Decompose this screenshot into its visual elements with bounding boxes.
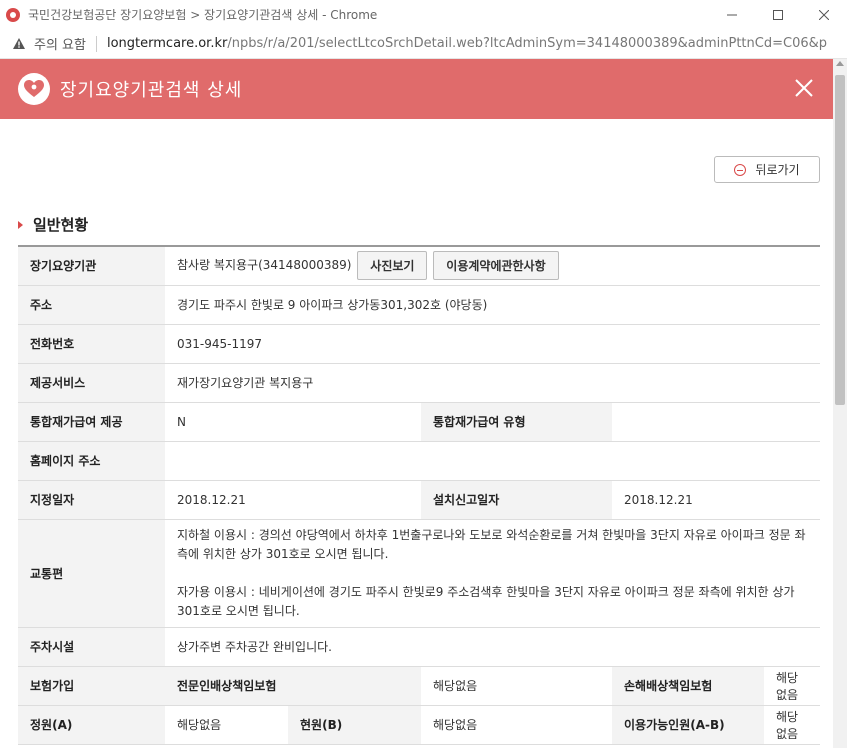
install-value: 2018.12.21 [612, 480, 820, 520]
transport-car: 자가용 이용시 : 네비게이션에 경기도 파주시 한빛로9 주소검색후 한빛마을… [177, 584, 795, 618]
photo-view-button[interactable]: 사진보기 [357, 251, 428, 281]
institution-cell: 참사랑 복지용구(34148000389) 사진보기 이용계약에관한사항 [165, 246, 820, 286]
integrated-label: 통합재가급여 제공 [18, 402, 165, 442]
prof-liability-label: 전문인배상책임보험 [165, 666, 421, 706]
phone-label: 전화번호 [18, 324, 165, 364]
page-title: 장기요양기관검색 상세 [60, 80, 243, 101]
integrated-type-label: 통합재가급여 유형 [421, 402, 612, 442]
tab-title: 국민건강보험공단 장기요양보험 > 장기요양기관검색 상세 - Chrome [28, 8, 378, 22]
table-row: 지정일자 2018.12.21 설치신고일자 2018.12.21 [18, 480, 820, 520]
transport-cell: 지하철 이용시 : 경의선 야당역에서 하차후 1번출구로나와 도보로 와석순환… [165, 519, 820, 628]
designation-label: 지정일자 [18, 480, 165, 520]
browser-titlebar: 국민건강보험공단 장기요양보험 > 장기요양기관검색 상세 - Chrome [0, 0, 847, 29]
table-row: 홈페이지 주소 [18, 441, 820, 481]
parking-value: 상가주변 주차공간 완비입니다. [165, 627, 820, 667]
minus-circle-icon [734, 163, 747, 176]
transport-subway: 지하철 이용시 : 경의선 야당역에서 하차후 1번출구로나와 도보로 와석순환… [177, 527, 806, 561]
address-divider [95, 35, 97, 52]
insurance-label: 보험가입 [18, 666, 165, 706]
address-label: 주소 [18, 285, 165, 325]
parking-label: 주차시설 [18, 627, 165, 667]
homepage-label: 홈페이지 주소 [18, 441, 165, 481]
table-row: 주차시설 상가주변 주차공간 완비입니다. [18, 627, 820, 667]
window-close-button[interactable] [801, 0, 847, 29]
triangle-bullet-icon [18, 220, 23, 229]
integrated-type-value [612, 402, 820, 442]
capacity-label: 정원(A) [18, 705, 165, 745]
institution-value: 참사랑 복지용구(34148000389) [177, 258, 352, 273]
address-bar[interactable]: 주의 요함 longtermcare.or.kr/npbs/r/a/201/se… [0, 29, 847, 59]
general-info-table: 장기요양기관 참사랑 복지용구(34148000389) 사진보기 이용계약에관… [18, 245, 820, 745]
maximize-icon [773, 9, 783, 20]
url-host: longtermcare.or.kr [106, 36, 228, 51]
minimize-icon [727, 14, 737, 15]
url-text[interactable]: longtermcare.or.kr/npbs/r/a/201/selectLt… [107, 36, 827, 51]
close-button[interactable] [793, 77, 815, 99]
maximize-button[interactable] [755, 0, 801, 29]
table-row: 교통편 지하철 이용시 : 경의선 야당역에서 하차후 1번출구로나와 도보로 … [18, 519, 820, 628]
available-label: 이용가능인원(A-B) [612, 705, 764, 745]
table-row: 보험가입 전문인배상책임보험 해당없음 손해배상책임보험 해당없음 [18, 666, 820, 706]
table-row: 장기요양기관 참사랑 복지용구(34148000389) 사진보기 이용계약에관… [18, 246, 820, 286]
integrated-value: N [165, 402, 421, 442]
scrollbar-thumb[interactable] [835, 75, 845, 405]
install-label: 설치신고일자 [421, 480, 612, 520]
damage-liability-label: 손해배상책임보험 [612, 666, 764, 706]
window-close-icon [819, 9, 829, 20]
page-scrollbar[interactable] [833, 59, 847, 748]
back-button-label: 뒤로가기 [755, 163, 800, 177]
table-row: 전화번호 031-945-1197 [18, 324, 820, 364]
security-status[interactable]: 주의 요함 [34, 34, 86, 53]
table-row: 정원(A) 해당없음 현원(B) 해당없음 이용가능인원(A-B) 해당없음 [18, 705, 820, 745]
available-value: 해당없음 [764, 705, 820, 745]
warning-icon[interactable] [12, 37, 26, 51]
transport-label: 교통편 [18, 519, 165, 628]
table-row: 제공서비스 재가장기요양기관 복지용구 [18, 363, 820, 403]
scroll-up-icon[interactable] [836, 61, 844, 66]
table-row: 주소 경기도 파주시 한빛로 9 아이파크 상가동301,302호 (야당동) [18, 285, 820, 325]
contract-info-button[interactable]: 이용계약에관한사항 [433, 251, 559, 281]
prof-liability-value: 해당없음 [421, 666, 612, 706]
service-label: 제공서비스 [18, 363, 165, 403]
minimize-button[interactable] [709, 0, 755, 29]
section-title-text: 일반현황 [33, 216, 89, 234]
current-value: 해당없음 [421, 705, 612, 745]
institution-label: 장기요양기관 [18, 246, 165, 286]
heart-logo-icon [18, 73, 50, 105]
close-icon [795, 79, 813, 97]
section-title: 일반현황 [18, 214, 88, 235]
site-favicon-icon [6, 7, 20, 22]
damage-liability-value: 해당없음 [764, 666, 820, 706]
address-value: 경기도 파주시 한빛로 9 아이파크 상가동301,302호 (야당동) [165, 285, 820, 325]
phone-value: 031-945-1197 [165, 324, 820, 364]
designation-value: 2018.12.21 [165, 480, 421, 520]
url-path: /npbs/r/a/201/selectLtcoSrchDetail.web?l… [227, 36, 827, 51]
table-row: 통합재가급여 제공 N 통합재가급여 유형 [18, 402, 820, 442]
window-controls [709, 0, 847, 29]
current-label: 현원(B) [288, 705, 421, 745]
capacity-value: 해당없음 [165, 705, 288, 745]
homepage-value [165, 441, 820, 481]
service-value: 재가장기요양기관 복지용구 [165, 363, 820, 403]
page-header: 장기요양기관검색 상세 [0, 59, 833, 119]
back-button[interactable]: 뒤로가기 [714, 156, 820, 183]
